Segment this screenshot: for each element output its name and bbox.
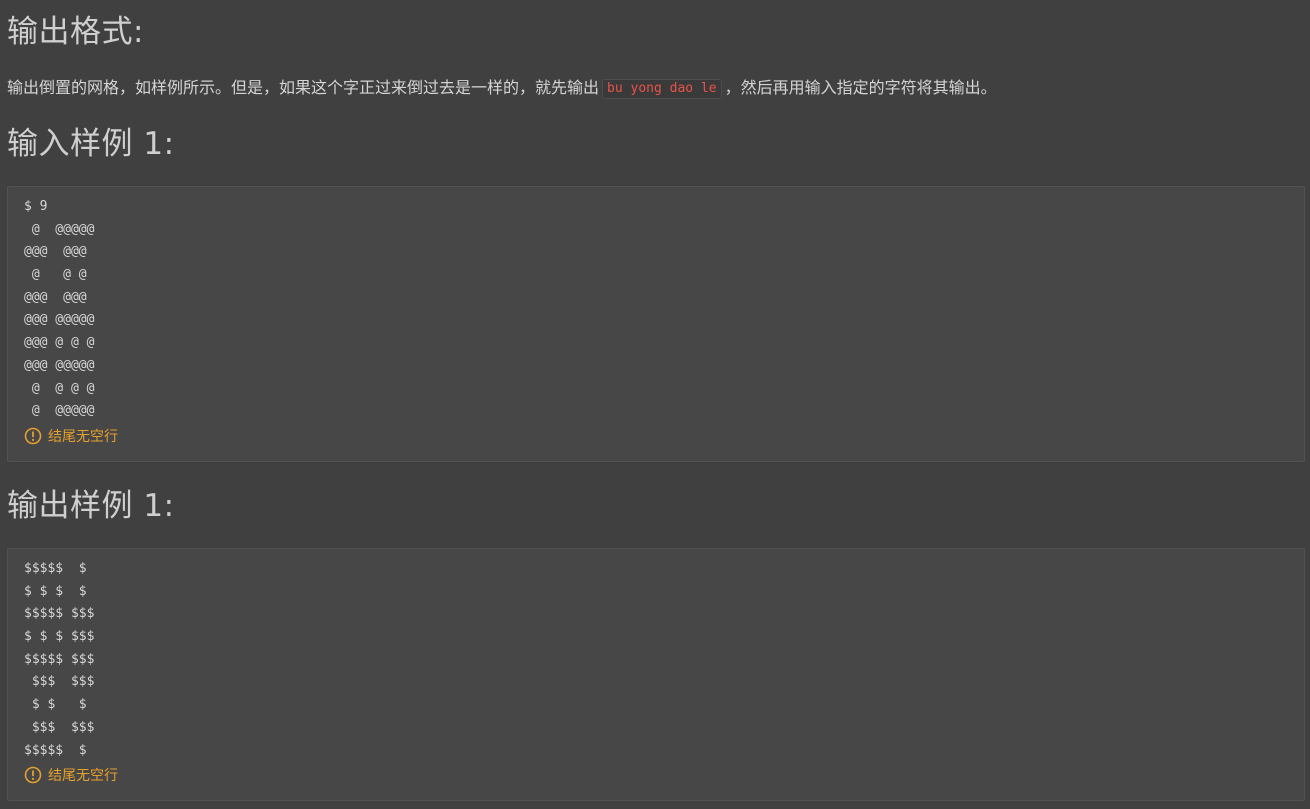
no-trailing-newline-label: 结尾无空行 (48, 429, 118, 445)
code-line: $ 9 (24, 199, 48, 214)
output-sample-codebox: $$$$$ $ $ $ $ $ $$$$$ $$$ $ $ $ $$$ $$$$$ $$… (7, 548, 1305, 801)
code-line: $ $ $ $ (24, 583, 87, 599)
input-sample-note: 结尾无空行 (24, 426, 118, 446)
description-text-before: 输出倒置的网格，如样例所示。但是，如果这个字正过来倒过去是一样的，就先输出 (7, 78, 600, 97)
input-sample-lines: $ 9 @ @@@@@ @@@ @@@ @ @ @ @@@ @@@ @@@ @@@@@… (24, 196, 94, 423)
code-line: @ @@@@@ (24, 221, 95, 237)
code-line: @@@ @ @ @ (24, 335, 95, 351)
code-line: $$$$$ $$$ (24, 651, 95, 667)
problem-statement: 输出格式: 输出倒置的网格，如样例所示。但是，如果这个字正过来倒过去是一样的，就… (0, 0, 1310, 809)
output-format-description: 输出倒置的网格，如样例所示。但是，如果这个字正过来倒过去是一样的，就先输出 bu … (7, 76, 997, 100)
code-line: $$$ $$$ (24, 674, 95, 690)
warning-circle-icon (24, 427, 42, 445)
code-line: @@@ @@@ (24, 289, 87, 305)
no-trailing-newline-label: 结尾无空行 (48, 768, 118, 784)
code-line: $$$$$ $$$ (24, 606, 95, 622)
code-line: @@@ @@@@@ (24, 357, 95, 373)
code-line: @ @ @ @ (24, 380, 95, 396)
output-sample-lines: $$$$$ $ $ $ $ $ $$$$$ $$$ $ $ $ $$$ $$$$$ $$… (24, 558, 94, 762)
warning-circle-icon (24, 766, 42, 784)
code-line: $ $ $ $$$ (24, 629, 95, 645)
code-line: @@@ @@@ (24, 244, 87, 260)
description-text-after: ，然后再用输入指定的字符将其输出。 (724, 78, 997, 97)
code-line: @ @@@@@ (24, 403, 95, 419)
code-line: $$$$$ $ (24, 742, 87, 758)
code-line: $$$ $$$ (24, 719, 95, 735)
code-line: $ $ $ (24, 697, 87, 713)
inline-code: bu yong dao le (602, 79, 722, 99)
code-line: @@@ @@@@@ (24, 312, 95, 328)
code-line: @ @ @ (24, 267, 87, 283)
output-sample-note: 结尾无空行 (24, 765, 118, 785)
code-line: $$$$$ $ (24, 561, 87, 576)
output-format-heading: 输出格式: (7, 14, 144, 50)
output-sample-heading: 输出样例 1: (7, 488, 175, 524)
input-sample-codebox: $ 9 @ @@@@@ @@@ @@@ @ @ @ @@@ @@@ @@@ @@@@@… (7, 186, 1305, 462)
input-sample-heading: 输入样例 1: (7, 126, 175, 162)
